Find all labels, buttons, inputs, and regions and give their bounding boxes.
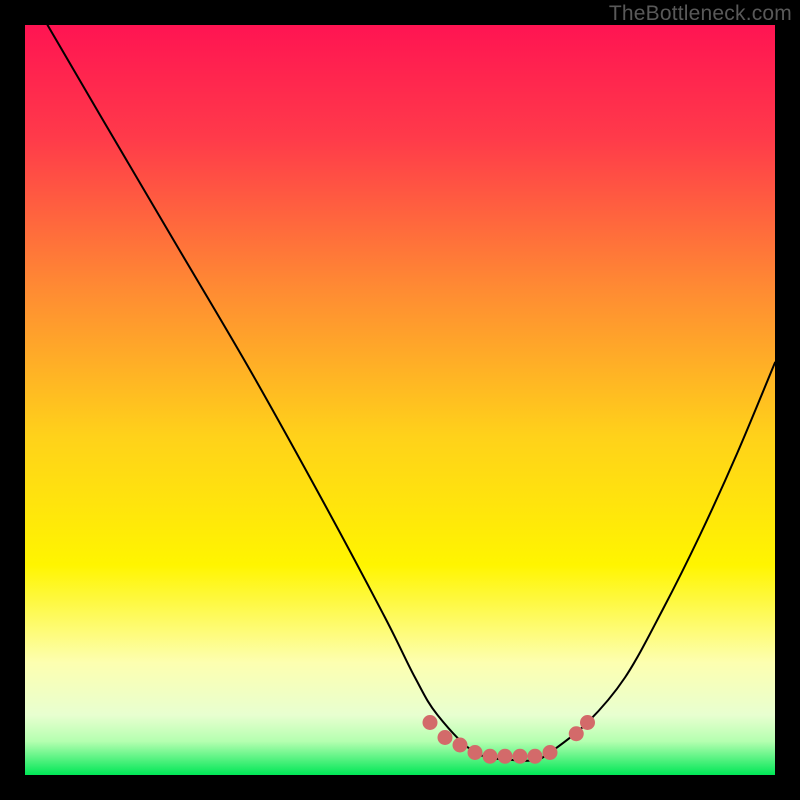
highlight-dot	[528, 749, 543, 764]
curve-layer	[25, 25, 775, 775]
watermark-text: TheBottleneck.com	[609, 2, 792, 26]
highlight-dot	[513, 749, 528, 764]
highlight-dot	[483, 749, 498, 764]
chart-frame: TheBottleneck.com	[0, 0, 800, 800]
bottleneck-curve	[48, 25, 776, 761]
highlight-dot	[498, 749, 513, 764]
highlight-dot	[423, 715, 438, 730]
highlight-dot	[453, 738, 468, 753]
highlight-dot	[569, 726, 584, 741]
plot-area	[25, 25, 775, 775]
highlight-dot	[543, 745, 558, 760]
highlight-dot	[438, 730, 453, 745]
highlight-dot	[468, 745, 483, 760]
highlight-dot	[580, 715, 595, 730]
